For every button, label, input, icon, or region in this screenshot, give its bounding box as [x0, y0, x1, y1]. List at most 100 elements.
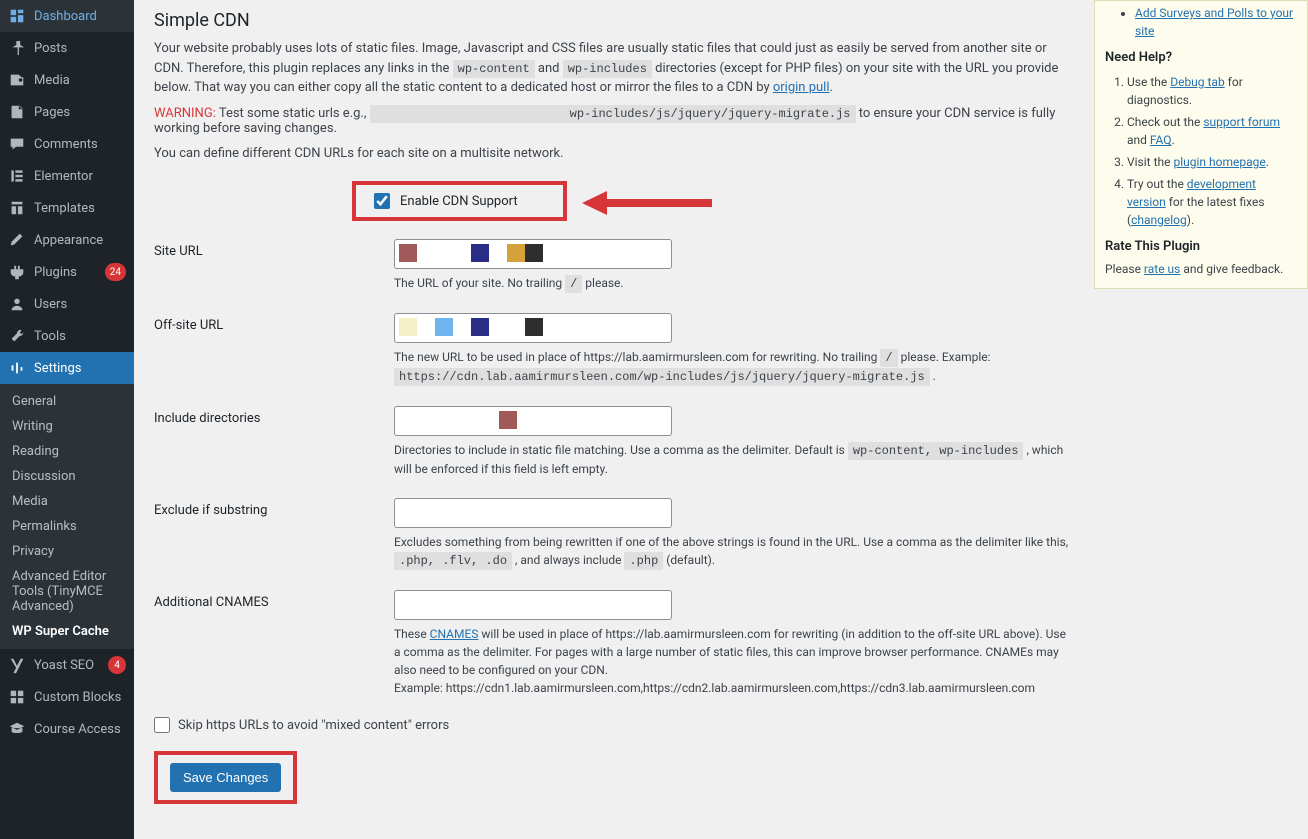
sidebar-item-label: Media: [34, 73, 126, 88]
main-content: Simple CDN Your website probably uses lo…: [134, 0, 1094, 839]
submenu-general[interactable]: General: [0, 389, 134, 414]
sidebar-item-label: Course Access: [34, 722, 126, 737]
sidebar-item-label: Yoast SEO: [34, 658, 100, 673]
help-item: Check out the support forum and FAQ.: [1127, 113, 1297, 149]
rate-heading: Rate This Plugin: [1105, 239, 1297, 254]
exclude-desc: Excludes something from being rewritten …: [394, 533, 1074, 570]
sidebar-item-appearance[interactable]: Appearance: [0, 224, 134, 256]
sidebar-item-label: Appearance: [34, 233, 126, 248]
skip-https-checkbox[interactable]: [154, 717, 170, 733]
redacted-swatches: [499, 411, 517, 431]
rate-us-link[interactable]: rate us: [1144, 262, 1180, 276]
submenu-permalinks[interactable]: Permalinks: [0, 514, 134, 539]
sidebar-item-posts[interactable]: Posts: [0, 32, 134, 64]
templates-icon: [8, 199, 26, 217]
field-exclude: Exclude if substring Excludes something …: [154, 498, 1074, 570]
submenu-discussion[interactable]: Discussion: [0, 464, 134, 489]
submenu-media[interactable]: Media: [0, 489, 134, 514]
sidebar-item-custom-blocks[interactable]: Custom Blocks: [0, 681, 134, 713]
cnames-label: Additional CNAMES: [154, 590, 394, 610]
yoast-icon: [8, 656, 26, 674]
field-site-url: Site URL The URL of your site. No traili…: [154, 239, 1074, 293]
enable-cdn-label: Enable CDN Support: [400, 194, 518, 209]
media-icon: [8, 71, 26, 89]
submenu-reading[interactable]: Reading: [0, 439, 134, 464]
yoast-badge: 4: [108, 656, 126, 674]
site-url-desc: The URL of your site. No trailing / plea…: [394, 274, 1074, 293]
pin-icon: [8, 39, 26, 57]
field-offsite-url: Off-site URL The new URL to be used in p…: [154, 313, 1074, 386]
settings-submenu: General Writing Reading Discussion Media…: [0, 384, 134, 649]
enable-cdn-highlight: Enable CDN Support: [352, 181, 567, 221]
faq-link[interactable]: FAQ: [1150, 133, 1172, 147]
sidebar-item-elementor[interactable]: Elementor: [0, 160, 134, 192]
sidebar-item-templates[interactable]: Templates: [0, 192, 134, 224]
plugin-homepage-link[interactable]: plugin homepage: [1173, 155, 1265, 169]
sidebar-item-label: Users: [34, 297, 126, 312]
enable-cdn-checkbox[interactable]: [374, 193, 390, 209]
comments-icon: [8, 135, 26, 153]
origin-pull-link[interactable]: origin pull: [773, 80, 830, 95]
sidebar-item-tools[interactable]: Tools: [0, 320, 134, 352]
warning-text: WARNING: Test some static urls e.g., wp-…: [154, 106, 1074, 136]
sidebar-item-pages[interactable]: Pages: [0, 96, 134, 128]
exclude-input[interactable]: [394, 498, 672, 528]
sidebar-item-label: Custom Blocks: [34, 690, 126, 705]
skip-https-label: Skip https URLs to avoid "mixed content"…: [178, 718, 449, 733]
sidebar-item-label: Elementor: [34, 169, 126, 184]
need-help-heading: Need Help?: [1105, 50, 1297, 65]
sidebar-item-dashboard[interactable]: Dashboard: [0, 0, 134, 32]
submenu-writing[interactable]: Writing: [0, 414, 134, 439]
plugins-icon: [8, 263, 26, 281]
debug-tab-link[interactable]: Debug tab: [1170, 75, 1225, 89]
help-panel: Add Surveys and Polls to your site Need …: [1094, 0, 1308, 289]
sidebar-item-users[interactable]: Users: [0, 288, 134, 320]
sidebar-item-settings[interactable]: Settings: [0, 352, 134, 384]
settings-icon: [8, 359, 26, 377]
cnames-desc: These CNAMES will be used in place of ht…: [394, 625, 1074, 697]
exclude-label: Exclude if substring: [154, 498, 394, 518]
elementor-icon: [8, 167, 26, 185]
submenu-advanced-editor[interactable]: Advanced Editor Tools (TinyMCE Advanced): [0, 564, 134, 619]
field-cnames: Additional CNAMES These CNAMES will be u…: [154, 590, 1074, 697]
include-dirs-label: Include directories: [154, 406, 394, 426]
sidebar-item-plugins[interactable]: Plugins 24: [0, 256, 134, 288]
changelog-link[interactable]: changelog: [1131, 213, 1187, 227]
sidebar-item-label: Settings: [34, 361, 126, 376]
sidebar-item-label: Plugins: [34, 265, 97, 280]
include-dirs-input[interactable]: [394, 406, 672, 436]
users-icon: [8, 295, 26, 313]
sidebar-item-label: Comments: [34, 137, 126, 152]
multisite-note: You can define different CDN URLs for ea…: [154, 144, 1074, 164]
save-changes-button[interactable]: Save Changes: [170, 763, 281, 792]
include-dirs-desc: Directories to include in static file ma…: [394, 441, 1074, 478]
submenu-wp-super-cache[interactable]: WP Super Cache: [0, 619, 134, 644]
sidebar-item-media[interactable]: Media: [0, 64, 134, 96]
sidebar-item-label: Pages: [34, 105, 126, 120]
admin-sidebar: Dashboard Posts Media Pages Comments Ele…: [0, 0, 134, 839]
add-surveys-link[interactable]: Add Surveys and Polls to your site: [1135, 6, 1293, 38]
arrow-icon: [577, 183, 717, 227]
help-item: Try out the development version for the …: [1127, 175, 1297, 229]
intro-text: Your website probably uses lots of stati…: [154, 39, 1074, 98]
skip-https-row: Skip https URLs to avoid "mixed content"…: [154, 717, 1074, 733]
help-item: Use the Debug tab for diagnostics.: [1127, 73, 1297, 109]
sidebar-item-course-access[interactable]: Course Access: [0, 713, 134, 745]
blocks-icon: [8, 688, 26, 706]
submenu-privacy[interactable]: Privacy: [0, 539, 134, 564]
support-forum-link[interactable]: support forum: [1203, 115, 1280, 129]
course-icon: [8, 720, 26, 738]
page-title: Simple CDN: [154, 0, 1074, 39]
rate-text: Please rate us and give feedback.: [1105, 262, 1297, 276]
sidebar-item-label: Posts: [34, 41, 126, 56]
sidebar-item-comments[interactable]: Comments: [0, 128, 134, 160]
offsite-url-label: Off-site URL: [154, 313, 394, 333]
appearance-icon: [8, 231, 26, 249]
field-include-dirs: Include directories Directories to inclu…: [154, 406, 1074, 478]
redacted-swatches: [399, 318, 543, 338]
pages-icon: [8, 103, 26, 121]
sidebar-item-yoast[interactable]: Yoast SEO 4: [0, 649, 134, 681]
cnames-input[interactable]: [394, 590, 672, 620]
help-item: Visit the plugin homepage.: [1127, 153, 1297, 171]
cnames-link[interactable]: CNAMES: [430, 627, 479, 641]
